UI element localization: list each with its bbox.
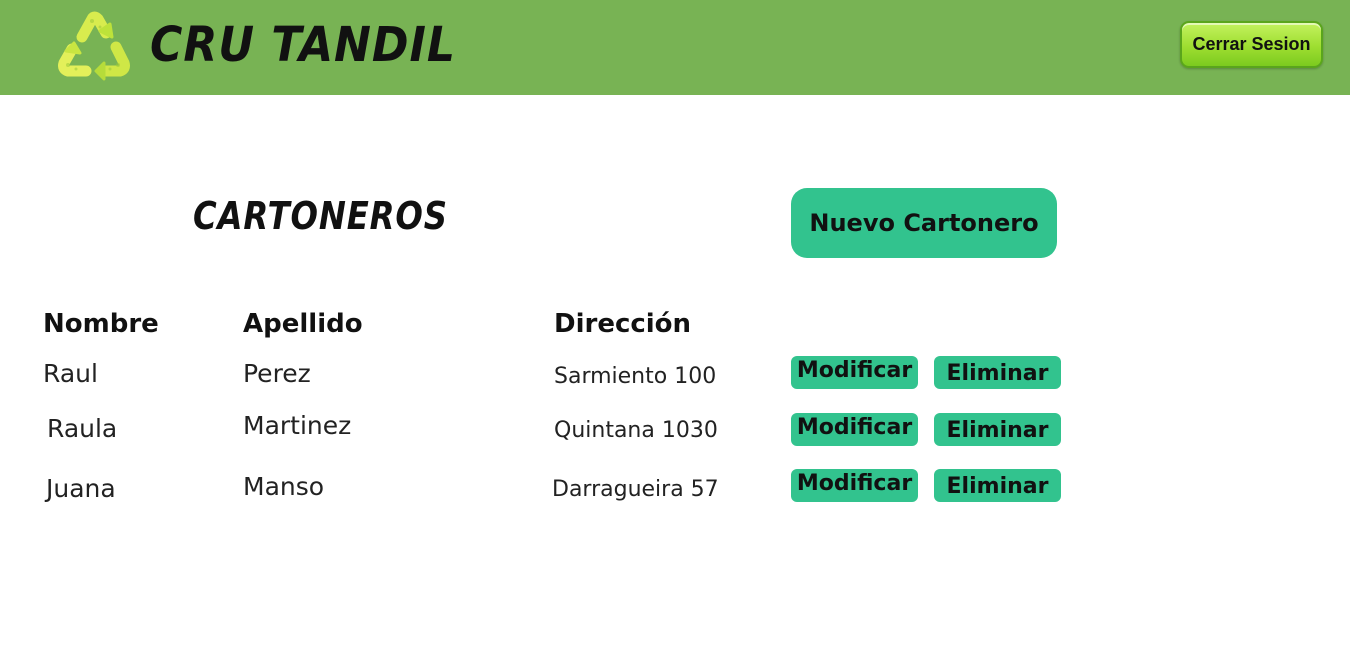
- modify-button[interactable]: Modificar: [791, 413, 918, 446]
- column-header-nombre: Nombre: [43, 309, 159, 339]
- cell-direccion: Darragueira 57: [552, 477, 719, 502]
- cell-direccion: Quintana 1030: [554, 418, 718, 443]
- page-title: CARTONEROS: [193, 194, 448, 238]
- brand-title: CRU TANDIL: [150, 17, 456, 73]
- delete-button[interactable]: Eliminar: [934, 356, 1061, 389]
- cell-nombre: Raula: [47, 414, 118, 443]
- cell-nombre: Juana: [46, 474, 116, 503]
- new-cartonero-button[interactable]: Nuevo Cartonero: [791, 188, 1057, 258]
- column-header-direccion: Dirección: [554, 309, 692, 339]
- modify-button[interactable]: Modificar: [791, 356, 918, 389]
- logout-button[interactable]: Cerrar Sesion: [1180, 21, 1323, 68]
- header-bar: CRU TANDIL Cerrar Sesion: [0, 0, 1350, 95]
- page: CRU TANDIL Cerrar Sesion CARTONEROS Nuev…: [0, 0, 1350, 650]
- cell-apellido: Martinez: [243, 411, 352, 440]
- recycle-icon: [58, 11, 130, 81]
- cell-apellido: Manso: [243, 472, 325, 501]
- cell-apellido: Perez: [243, 359, 311, 388]
- column-header-apellido: Apellido: [243, 309, 363, 339]
- cell-direccion: Sarmiento 100: [554, 364, 717, 389]
- cell-nombre: Raul: [43, 359, 98, 388]
- delete-button[interactable]: Eliminar: [934, 469, 1061, 502]
- modify-button[interactable]: Modificar: [791, 469, 918, 502]
- delete-button[interactable]: Eliminar: [934, 413, 1061, 446]
